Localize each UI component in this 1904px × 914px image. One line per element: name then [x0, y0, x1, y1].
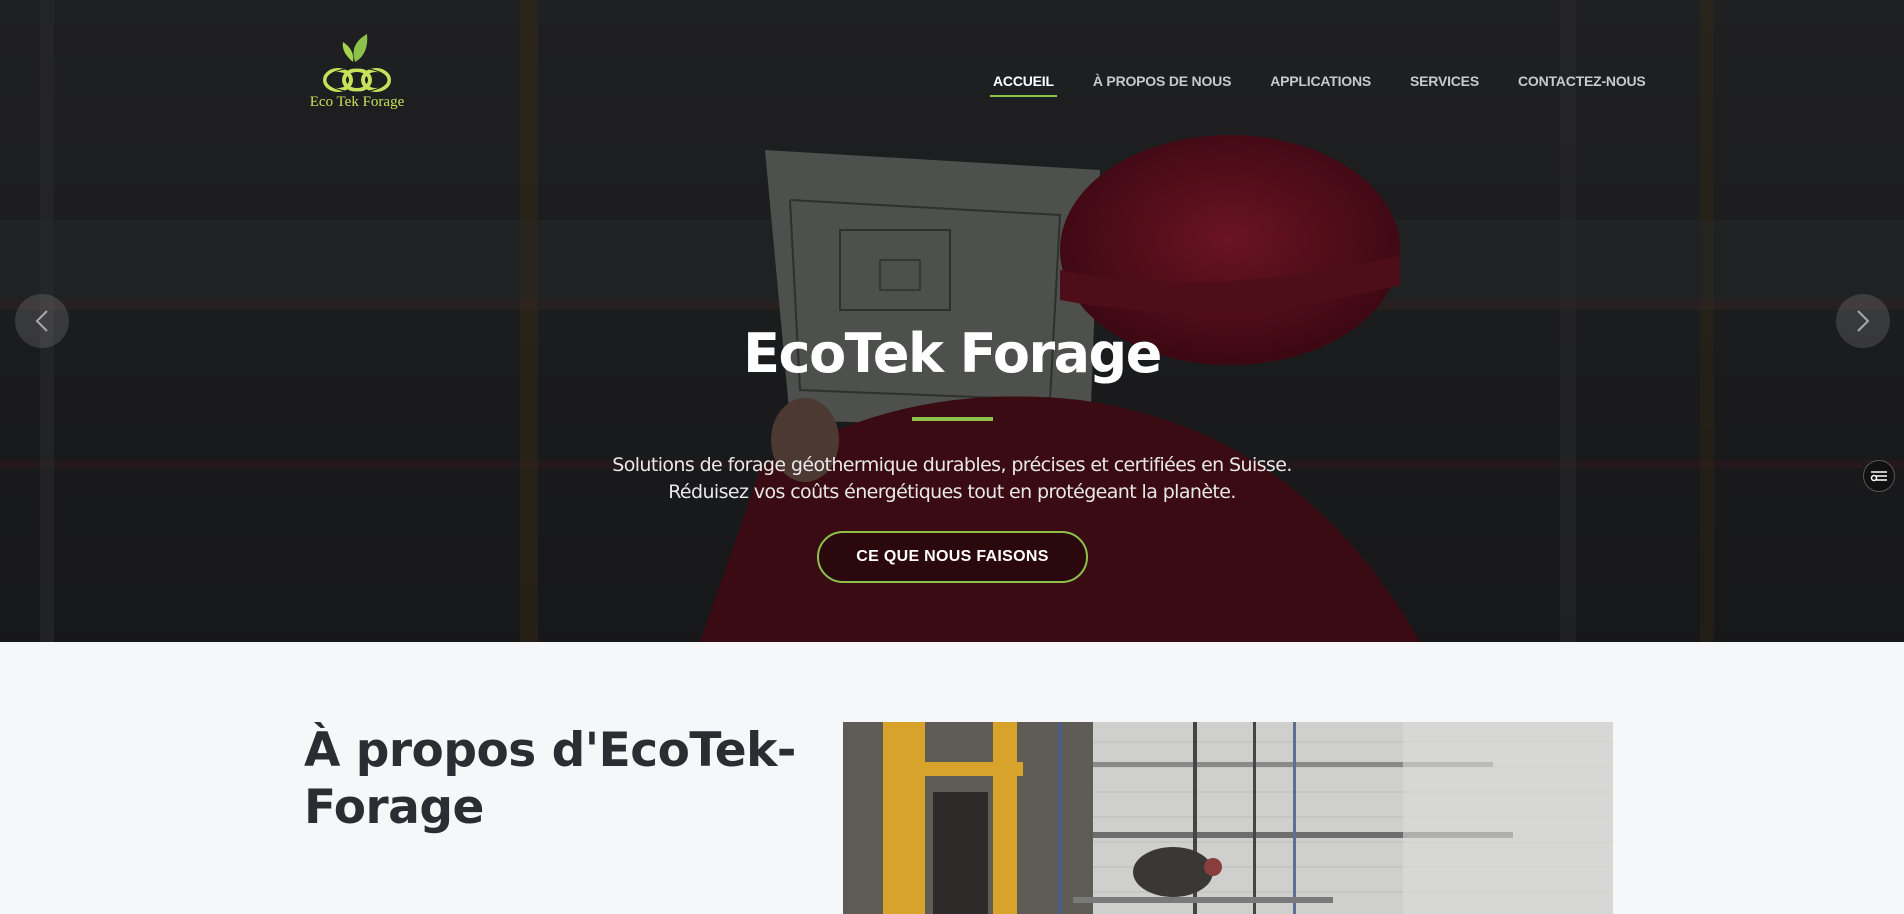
- nav-item-a-propos[interactable]: À PROPOS DE NOUS: [1090, 71, 1234, 97]
- hero-slider: Eco Tek Forage ACCUEIL À PROPOS DE NOUS …: [0, 0, 1904, 642]
- hero-subtitle-line2: Réduisez vos coûts énergétiques tout en …: [668, 481, 1236, 503]
- cta-button[interactable]: CE QUE NOUS FAISONS: [817, 531, 1088, 583]
- hero-divider: [912, 417, 993, 421]
- main-navigation: ACCUEIL À PROPOS DE NOUS APPLICATIONS SE…: [990, 71, 1682, 97]
- about-title-line1: À propos d'EcoTek-: [304, 723, 796, 778]
- nav-item-services[interactable]: SERVICES: [1407, 71, 1482, 97]
- about-title: À propos d'EcoTek- Forage: [304, 722, 824, 836]
- about-drilling-image: [843, 722, 1613, 914]
- nav-item-accueil[interactable]: ACCUEIL: [990, 71, 1057, 97]
- logo-text: Eco Tek Forage: [309, 94, 405, 110]
- accessibility-widget-button[interactable]: [1863, 460, 1895, 492]
- nav-item-contactez-nous[interactable]: CONTACTEZ-NOUS: [1515, 71, 1649, 97]
- hero-subtitle-line1: Solutions de forage géothermique durable…: [612, 454, 1292, 476]
- drilling-rig-illustration: [843, 722, 1613, 914]
- site-logo[interactable]: Eco Tek Forage: [305, 32, 409, 116]
- nav-item-applications[interactable]: APPLICATIONS: [1267, 71, 1374, 97]
- leaf-logo-icon: [323, 34, 391, 93]
- hero-title: EcoTek Forage: [743, 322, 1162, 385]
- settings-sliders-icon: [1870, 471, 1887, 482]
- about-title-line2: Forage: [304, 780, 484, 835]
